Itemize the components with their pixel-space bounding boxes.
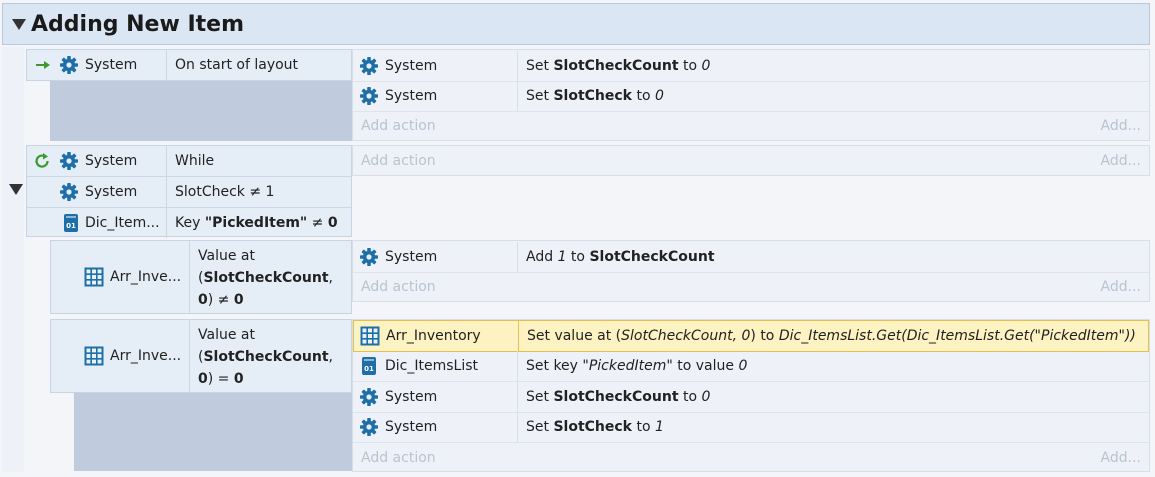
action-object-name: System bbox=[385, 419, 438, 435]
event3-condition-block[interactable]: Arr_Inve... Value at (SlotCheckCount, 0)… bbox=[50, 240, 352, 314]
add-more-link[interactable]: Add... bbox=[1101, 279, 1141, 295]
array-grid-icon bbox=[84, 267, 104, 287]
add-action-link[interactable]: Add action bbox=[361, 450, 436, 466]
add-action-link[interactable]: Add action bbox=[361, 153, 436, 169]
array-grid-icon bbox=[84, 346, 104, 366]
event3-actions: System Add 1 to SlotCheckCount Add actio… bbox=[352, 240, 1150, 302]
event4-actions: Arr_Inventory Set value at (SlotCheckCou… bbox=[352, 319, 1150, 472]
system-gear-icon bbox=[359, 56, 379, 76]
event4-empty-condition-area bbox=[74, 393, 352, 471]
action-object-name: Arr_Inventory bbox=[386, 328, 481, 344]
action-text: Set SlotCheck to 0 bbox=[526, 88, 664, 104]
action-object-name: System bbox=[385, 88, 438, 104]
group-header[interactable]: Adding New Item bbox=[2, 3, 1150, 45]
event2-collapse-triangle-icon[interactable] bbox=[9, 184, 23, 195]
system-gear-icon bbox=[59, 151, 79, 171]
array-grid-icon bbox=[360, 326, 380, 346]
system-gear-icon bbox=[359, 247, 379, 267]
condition-text: While bbox=[175, 153, 215, 169]
condition-text: Key "PickedItem" ≠ 0 bbox=[175, 215, 338, 231]
add-more-link[interactable]: Add... bbox=[1101, 450, 1141, 466]
action-row[interactable]: System Set SlotCheck to 1 bbox=[353, 412, 1149, 443]
condition-object-name: Dic_Item... bbox=[85, 215, 160, 231]
add-action-row[interactable]: Add action Add... bbox=[353, 112, 1149, 140]
condition-object-name: System bbox=[85, 57, 138, 73]
action-object-name: System bbox=[385, 249, 438, 265]
action-text: Set SlotCheckCount to 0 bbox=[526, 58, 711, 74]
add-action-row[interactable]: Add action Add... bbox=[353, 147, 1149, 175]
event2-condition-block[interactable]: System While System SlotCheck ≠ 1 Dic_It… bbox=[26, 145, 352, 238]
action-row[interactable]: Dic_ItemsList Set key "PickedItem" to va… bbox=[353, 351, 1149, 382]
system-gear-icon bbox=[359, 417, 379, 437]
event4-condition-block[interactable]: Arr_Inve... Value at (SlotCheckCount, 0)… bbox=[50, 319, 352, 393]
dictionary-icon bbox=[61, 213, 79, 233]
event2-actions: Add action Add... bbox=[352, 145, 1150, 176]
system-gear-icon bbox=[59, 55, 79, 75]
action-object-name: Dic_ItemsList bbox=[385, 358, 479, 374]
loop-icon bbox=[35, 153, 49, 168]
condition-object-name: System bbox=[85, 153, 138, 169]
collapse-triangle-icon[interactable] bbox=[12, 19, 26, 30]
add-action-row[interactable]: Add action Add... bbox=[353, 444, 1149, 472]
condition-object-name: System bbox=[85, 184, 138, 200]
add-more-link[interactable]: Add... bbox=[1101, 118, 1141, 134]
add-more-link[interactable]: Add... bbox=[1101, 153, 1141, 169]
system-gear-icon bbox=[359, 387, 379, 407]
system-gear-icon bbox=[59, 182, 79, 202]
action-text: Set SlotCheckCount to 0 bbox=[526, 389, 711, 405]
action-row-selected[interactable]: Arr_Inventory Set value at (SlotCheckCou… bbox=[353, 320, 1149, 352]
system-gear-icon bbox=[359, 86, 379, 106]
trigger-arrow-icon bbox=[36, 61, 50, 69]
condition-text: On start of layout bbox=[175, 57, 299, 73]
add-action-link[interactable]: Add action bbox=[361, 279, 436, 295]
dictionary-icon bbox=[359, 356, 379, 376]
action-row[interactable]: System Set SlotCheckCount to 0 bbox=[353, 382, 1149, 413]
event1-actions: System Set SlotCheckCount to 0 System Se… bbox=[352, 49, 1150, 141]
add-action-row[interactable]: Add action Add... bbox=[353, 273, 1149, 301]
condition-text: SlotCheck ≠ 1 bbox=[175, 184, 275, 200]
add-action-link[interactable]: Add action bbox=[361, 118, 436, 134]
event1-condition-block[interactable]: System On start of layout bbox=[26, 49, 352, 81]
condition-text: Value at (SlotCheckCount, 0) = 0 bbox=[198, 327, 333, 387]
action-row[interactable]: System Add 1 to SlotCheckCount bbox=[353, 242, 1149, 273]
action-text: Set SlotCheck to 1 bbox=[526, 419, 664, 435]
group-title: Adding New Item bbox=[31, 12, 244, 37]
condition-text: Value at (SlotCheckCount, 0) ≠ 0 bbox=[198, 248, 333, 308]
action-text: Set key "PickedItem" to value 0 bbox=[526, 358, 748, 374]
action-text: Add 1 to SlotCheckCount bbox=[526, 249, 715, 265]
action-row[interactable]: System Set SlotCheckCount to 0 bbox=[353, 51, 1149, 82]
event1-empty-condition-area bbox=[50, 81, 352, 141]
condition-object-name: Arr_Inve... bbox=[110, 269, 182, 285]
action-text: Set value at (SlotCheckCount, 0) to Dic_… bbox=[527, 328, 1136, 344]
action-object-name: System bbox=[385, 389, 438, 405]
action-object-name: System bbox=[385, 58, 438, 74]
indent-guide bbox=[2, 47, 24, 472]
condition-object-name: Arr_Inve... bbox=[110, 348, 182, 364]
action-row[interactable]: System Set SlotCheck to 0 bbox=[353, 81, 1149, 112]
